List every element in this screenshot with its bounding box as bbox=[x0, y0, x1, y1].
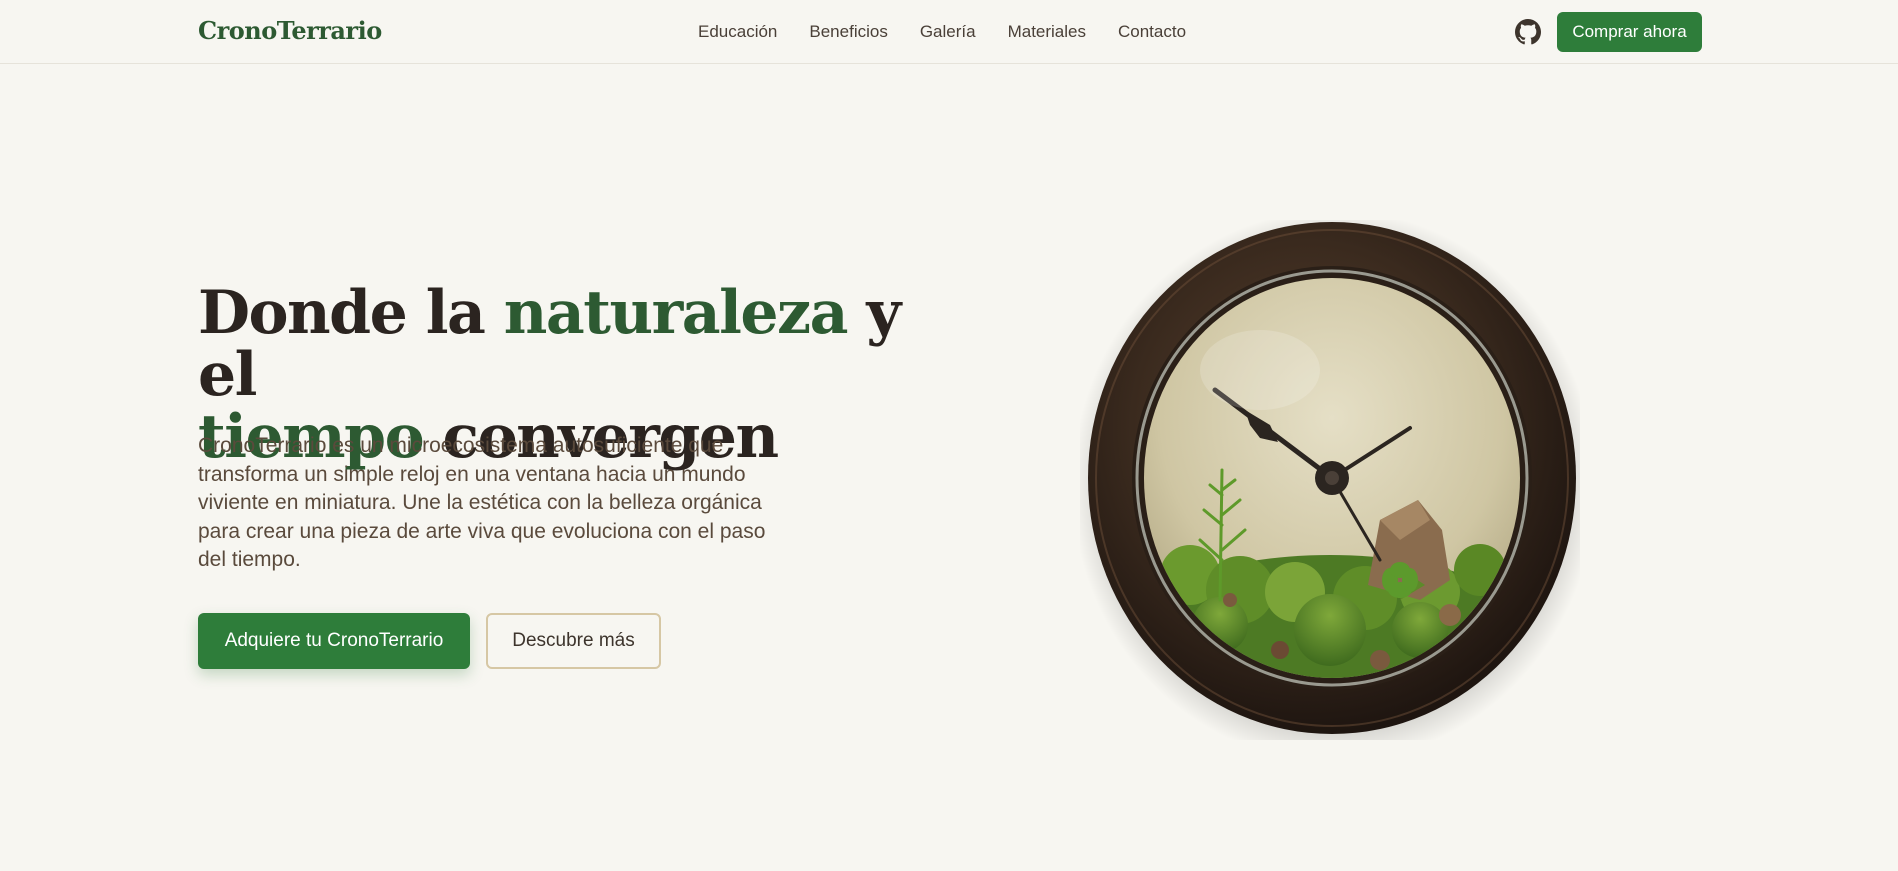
main-nav: Educación Beneficios Galería Materiales … bbox=[698, 22, 1186, 42]
nav-link-materiales[interactable]: Materiales bbox=[1008, 22, 1086, 42]
nav-link-educacion[interactable]: Educación bbox=[698, 22, 777, 42]
title-part-1: Donde la bbox=[198, 278, 504, 348]
nav-link-contacto[interactable]: Contacto bbox=[1118, 22, 1186, 42]
hero-description: CronoTerrario es un microecosistema auto… bbox=[198, 434, 766, 571]
buy-now-button[interactable]: Comprar ahora bbox=[1557, 12, 1702, 52]
github-icon[interactable] bbox=[1515, 19, 1541, 45]
nav-link-beneficios[interactable]: Beneficios bbox=[809, 22, 887, 42]
title-accent-naturaleza: naturaleza bbox=[503, 278, 849, 348]
top-navbar: CronoTerrario Educación Beneficios Galer… bbox=[0, 0, 1898, 64]
brand-logo[interactable]: CronoTerrario bbox=[198, 16, 382, 45]
discover-more-button[interactable]: Descubre más bbox=[486, 613, 661, 669]
nav-link-galeria[interactable]: Galería bbox=[920, 22, 976, 42]
clock-terrarium-image bbox=[1072, 210, 1596, 762]
acquire-button[interactable]: Adquiere tu CronoTerrario bbox=[198, 613, 470, 669]
